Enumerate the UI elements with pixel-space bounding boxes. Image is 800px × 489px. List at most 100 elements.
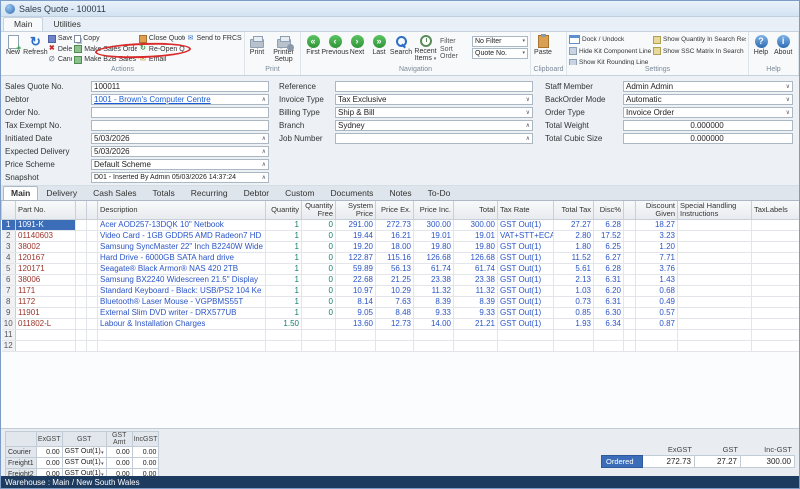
dock-undock-button[interactable]: Dock / Undock: [569, 35, 651, 45]
special-handling-cell[interactable]: [678, 252, 752, 263]
system-price-cell[interactable]: 8.14: [336, 296, 376, 307]
special-handling-cell[interactable]: [678, 340, 752, 351]
part-no-cell[interactable]: 120171: [16, 263, 76, 274]
discount-given-cell[interactable]: 3.23: [636, 230, 678, 241]
total-tax-cell[interactable]: 2.80: [554, 230, 594, 241]
detail-tab[interactable]: Main: [3, 186, 38, 200]
tax-rate-cell[interactable]: [498, 340, 554, 351]
description-cell[interactable]: Hard Drive - 6000GB SATA hard drive: [98, 252, 266, 263]
price-ex-cell[interactable]: 8.48: [376, 307, 414, 318]
line-item-row[interactable]: 9 11901 External Slim DVD writer - DRX57…: [2, 307, 800, 318]
quantity-free-cell[interactable]: [302, 340, 336, 351]
quantity-free-cell[interactable]: [302, 318, 336, 329]
tax-rate-header[interactable]: Tax Rate: [498, 201, 554, 219]
taxlabels-cell[interactable]: [752, 274, 800, 285]
taxlabels-cell[interactable]: [752, 219, 800, 230]
total-cell[interactable]: 19.80: [454, 241, 498, 252]
quantity-cell[interactable]: 1: [266, 285, 302, 296]
freight-gst-dropdown[interactable]: ▾GST Out(1): [62, 447, 106, 458]
refresh-button[interactable]: ↻ Refresh: [25, 33, 46, 64]
line-item-row[interactable]: 2 01140603 Video Card - 1GB GDDR5 AMD Ra…: [2, 230, 800, 241]
price-ex-cell[interactable]: 7.63: [376, 296, 414, 307]
description-cell[interactable]: Standard Keyboard - Black: USB/PS2 104 K…: [98, 285, 266, 296]
disc-cell[interactable]: 6.31: [594, 296, 624, 307]
field-dropdown-icon[interactable]: ∧: [260, 174, 266, 181]
field-input[interactable]: ∧: [335, 133, 533, 144]
price-inc-cell[interactable]: [414, 340, 454, 351]
detail-tab[interactable]: Documents: [322, 186, 381, 200]
save-button[interactable]: Save: [48, 34, 72, 44]
discount-given-cell[interactable]: 18.27: [636, 219, 678, 230]
disc-cell[interactable]: 6.30: [594, 307, 624, 318]
field-input[interactable]: [335, 81, 533, 92]
special-handling-cell[interactable]: [678, 274, 752, 285]
send-to-frcs-button[interactable]: ✉Send to FRCS VMS: [187, 34, 242, 44]
disc-cell[interactable]: 6.20: [594, 285, 624, 296]
price-ex-cell[interactable]: 21.25: [376, 274, 414, 285]
freight-exgst-cell[interactable]: 0.00: [36, 458, 62, 469]
total-tax-cell[interactable]: 0.73: [554, 296, 594, 307]
quantity-cell[interactable]: [266, 329, 302, 340]
quantity-cell[interactable]: 1.50: [266, 318, 302, 329]
disc-cell[interactable]: 6.34: [594, 318, 624, 329]
discount-given-cell[interactable]: 0.49: [636, 296, 678, 307]
field-input[interactable]: 5/03/2026 ∧: [91, 146, 269, 157]
taxlabels-cell[interactable]: [752, 340, 800, 351]
reopen-quote-button[interactable]: ↻Re-Open Quote: [139, 45, 185, 55]
row-number-cell[interactable]: 10: [2, 318, 16, 329]
row-number-cell[interactable]: 5: [2, 263, 16, 274]
total-cell[interactable]: 11.32: [454, 285, 498, 296]
close-quote-button[interactable]: Close Quote: [139, 34, 185, 44]
part-no-cell[interactable]: [16, 340, 76, 351]
disc-cell[interactable]: 6.25: [594, 241, 624, 252]
delete-button[interactable]: ✖Delete: [48, 45, 72, 55]
system-price-cell[interactable]: 10.97: [336, 285, 376, 296]
part-no-cell[interactable]: 1171: [16, 285, 76, 296]
detail-tab[interactable]: Cash Sales: [85, 186, 144, 200]
price-ex-cell[interactable]: 12.73: [376, 318, 414, 329]
show-quantity-in-search-results-button[interactable]: Show Quantity In Search Results: [653, 35, 746, 45]
field-input[interactable]: Default Scheme ∧: [91, 159, 269, 170]
description-cell[interactable]: [98, 329, 266, 340]
quantity-cell[interactable]: 1: [266, 252, 302, 263]
line-item-row[interactable]: 6 38006 Samsung BX2240 Widescreen 21.5" …: [2, 274, 800, 285]
taxlabels-cell[interactable]: [752, 296, 800, 307]
price-inc-cell[interactable]: 126.68: [414, 252, 454, 263]
freight-incgst-cell[interactable]: 0.00: [132, 447, 159, 458]
price-inc-cell[interactable]: 14.00: [414, 318, 454, 329]
disc-cell[interactable]: 6.28: [594, 263, 624, 274]
price-inc-cell[interactable]: 300.00: [414, 219, 454, 230]
quantity-cell[interactable]: [266, 340, 302, 351]
discount-given-cell[interactable]: 0.87: [636, 318, 678, 329]
tax-rate-cell[interactable]: GST Out(1): [498, 296, 554, 307]
paste-button[interactable]: Paste: [533, 33, 553, 64]
system-price-cell[interactable]: 19.20: [336, 241, 376, 252]
field-input[interactable]: Ship & Bill ∨: [335, 107, 533, 118]
make-sales-order-button[interactable]: Make Sales Order: [74, 45, 137, 55]
sort-order-dropdown[interactable]: Quote No.▾: [472, 48, 528, 59]
discount-given-cell[interactable]: 1.43: [636, 274, 678, 285]
price-ex-cell[interactable]: 56.13: [376, 263, 414, 274]
quantity-cell[interactable]: 1: [266, 263, 302, 274]
part-no-cell[interactable]: 38002: [16, 241, 76, 252]
special-handling-cell[interactable]: [678, 263, 752, 274]
field-dropdown-icon[interactable]: ∧: [260, 96, 266, 103]
field-input[interactable]: 0.000000: [623, 120, 793, 131]
about-button[interactable]: i About: [773, 33, 793, 64]
show-ssc-matrix-in-search-button[interactable]: Show SSC Matrix In Search: [653, 47, 746, 57]
help-button[interactable]: ? Help: [751, 33, 771, 64]
special-handling-cell[interactable]: [678, 230, 752, 241]
price-ex-cell[interactable]: [376, 340, 414, 351]
description-header[interactable]: Description: [98, 201, 266, 219]
tax-rate-cell[interactable]: GST Out(1): [498, 252, 554, 263]
quantity-free-cell[interactable]: 0: [302, 285, 336, 296]
taxlabels-cell[interactable]: [752, 307, 800, 318]
part-no-cell[interactable]: [16, 329, 76, 340]
price-ex-header[interactable]: Price Ex.: [376, 201, 414, 219]
line-item-row[interactable]: 12: [2, 340, 800, 351]
tax-rate-cell[interactable]: GST Out(1): [498, 274, 554, 285]
field-input[interactable]: 1001 - Brown's Computer Centre ∧: [91, 94, 269, 105]
row-number-cell[interactable]: 7: [2, 285, 16, 296]
recent-items-button[interactable]: Recent Items ▾: [413, 33, 438, 64]
field-input[interactable]: [91, 120, 269, 131]
